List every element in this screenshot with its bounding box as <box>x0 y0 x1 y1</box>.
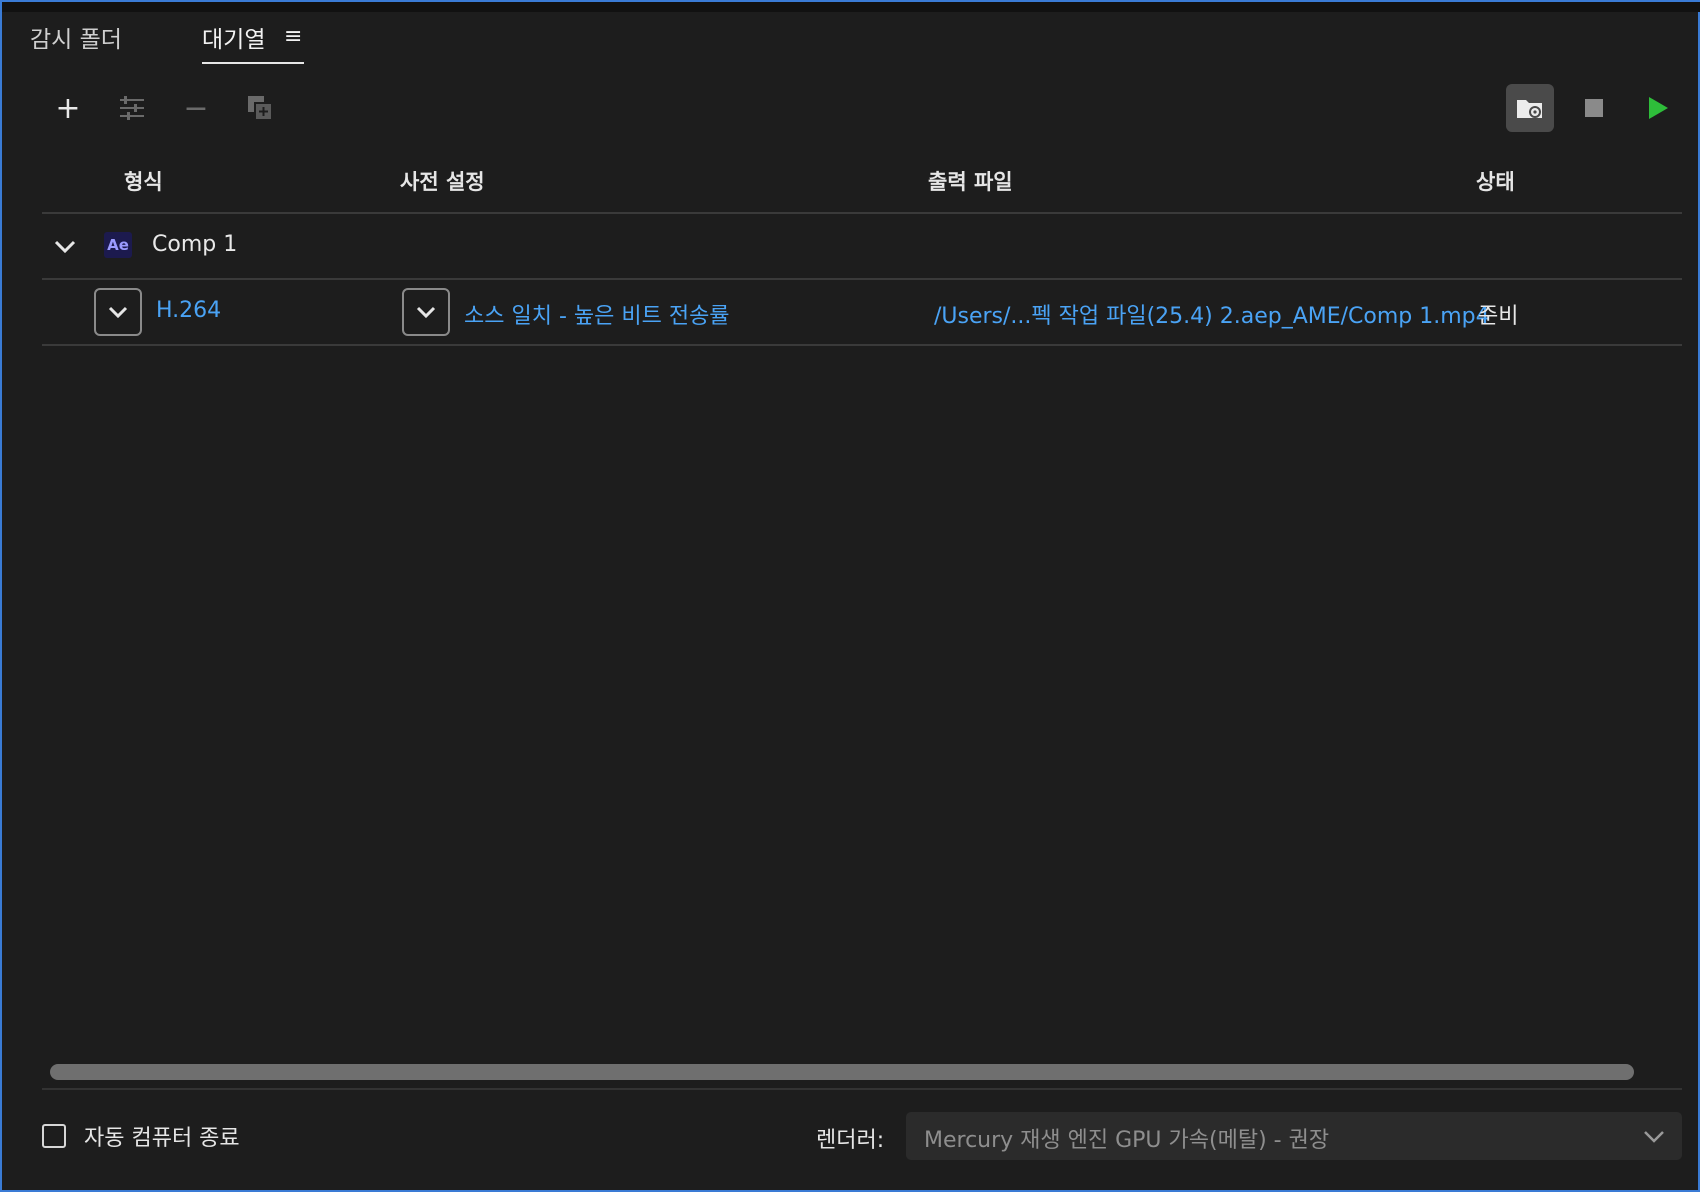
renderer-select[interactable]: Mercury 재생 엔진 GPU 가속(메탈) - 권장 <box>906 1112 1682 1160</box>
chevron-down-icon <box>416 306 436 319</box>
column-header-status[interactable]: 상태 <box>1476 166 1515 196</box>
queue-settings-button[interactable] <box>112 88 152 128</box>
format-link[interactable]: H.264 <box>156 298 221 323</box>
column-header-output[interactable]: 출력 파일 <box>928 166 1013 196</box>
renderer-label: 렌더러: <box>816 1128 885 1153</box>
stop-icon <box>1585 99 1603 117</box>
chevron-down-icon[interactable] <box>52 234 78 260</box>
queue-panel: 감시 폴더 대기열 ≡ + − 형식 사전 설정 출력 파일 상태 Ae Com… <box>0 0 1700 1192</box>
duplicate-icon <box>248 96 273 121</box>
chevron-down-icon <box>1644 1131 1664 1143</box>
preset-dropdown-button[interactable] <box>402 288 450 336</box>
title-strip <box>2 2 1700 12</box>
column-header-preset[interactable]: 사전 설정 <box>400 166 485 196</box>
column-header-format[interactable]: 형식 <box>124 166 163 196</box>
remove-button[interactable]: − <box>176 88 216 128</box>
tab-queue[interactable]: 대기열 ≡ <box>202 20 304 64</box>
plus-icon: + <box>55 90 81 126</box>
row-divider <box>42 344 1682 346</box>
stop-queue-button[interactable] <box>1574 88 1614 128</box>
output-file-link[interactable]: /Users/...펙 작업 파일(25.4) 2.aep_AME/Comp 1… <box>934 298 1490 330</box>
add-source-button[interactable]: + <box>48 88 88 128</box>
header-divider <box>42 212 1682 214</box>
folder-gear-icon <box>1517 100 1542 118</box>
start-queue-button[interactable] <box>1638 88 1678 128</box>
preset-link[interactable]: 소스 일치 - 높은 비트 전송률 <box>464 298 730 330</box>
row-divider <box>42 278 1682 280</box>
after-effects-icon: Ae <box>104 232 132 258</box>
renderer-value: Mercury 재생 엔진 GPU 가속(메탈) - 권장 <box>924 1128 1330 1153</box>
auto-shutdown-checkbox[interactable] <box>42 1124 66 1148</box>
hamburger-menu-icon[interactable]: ≡ <box>284 24 302 49</box>
tab-watch-folders[interactable]: 감시 폴더 <box>30 20 122 54</box>
play-icon <box>1649 97 1668 119</box>
sliders-icon <box>120 96 144 120</box>
duplicate-button[interactable] <box>240 88 280 128</box>
comp-name: Comp 1 <box>152 232 238 257</box>
format-dropdown-button[interactable] <box>94 288 142 336</box>
footer-divider <box>42 1088 1682 1090</box>
auto-shutdown-label[interactable]: 자동 컴퓨터 종료 <box>84 1120 240 1152</box>
status-text: 준비 <box>1478 304 1519 329</box>
tab-queue-label: 대기열 <box>202 27 266 53</box>
watch-folder-toggle-button[interactable] <box>1506 84 1554 132</box>
horizontal-scrollbar[interactable] <box>50 1064 1634 1080</box>
minus-icon: − <box>183 90 209 126</box>
chevron-down-icon <box>108 306 128 319</box>
